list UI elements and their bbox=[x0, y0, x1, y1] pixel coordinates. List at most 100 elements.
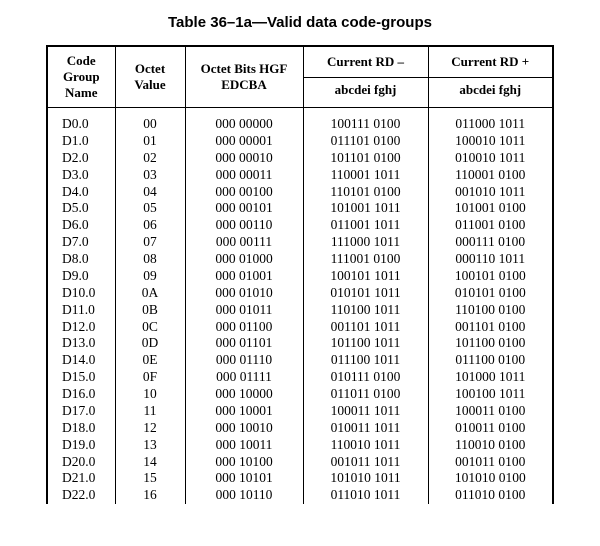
cell-rd-minus: 011010 1011 bbox=[303, 487, 428, 504]
cell-rd-minus: 101010 1011 bbox=[303, 470, 428, 487]
cell-octet-bits: 000 10000 bbox=[185, 386, 303, 403]
table-row: D16.010000 10000011011 0100100100 1011 bbox=[47, 386, 553, 403]
table-row: D14.00E000 01110011100 1011011100 0100 bbox=[47, 352, 553, 369]
code-groups-table: Code Group Name Octet Value Octet Bits H… bbox=[46, 45, 554, 504]
cell-octet-value: 15 bbox=[115, 470, 185, 487]
cell-octet-bits: 000 01011 bbox=[185, 302, 303, 319]
cell-rd-minus: 010011 1011 bbox=[303, 420, 428, 437]
cell-octet-bits: 000 10001 bbox=[185, 403, 303, 420]
cell-code-group-name: D22.0 bbox=[47, 487, 115, 504]
table-row: D7.007000 00111111000 1011000111 0100 bbox=[47, 234, 553, 251]
cell-octet-bits: 000 00010 bbox=[185, 150, 303, 167]
cell-octet-bits: 000 10100 bbox=[185, 454, 303, 471]
cell-code-group-name: D7.0 bbox=[47, 234, 115, 251]
cell-octet-value: 01 bbox=[115, 133, 185, 150]
cell-rd-plus: 010010 1011 bbox=[428, 150, 553, 167]
cell-octet-value: 0B bbox=[115, 302, 185, 319]
cell-code-group-name: D5.0 bbox=[47, 200, 115, 217]
cell-octet-value: 00 bbox=[115, 108, 185, 133]
cell-rd-plus: 011000 1011 bbox=[428, 108, 553, 133]
cell-code-group-name: D8.0 bbox=[47, 251, 115, 268]
table-row: D18.012000 10010010011 1011010011 0100 bbox=[47, 420, 553, 437]
cell-octet-bits: 000 00011 bbox=[185, 167, 303, 184]
cell-octet-value: 10 bbox=[115, 386, 185, 403]
cell-rd-minus: 010111 0100 bbox=[303, 369, 428, 386]
cell-rd-minus: 010101 1011 bbox=[303, 285, 428, 302]
cell-code-group-name: D19.0 bbox=[47, 437, 115, 454]
cell-rd-plus: 100100 1011 bbox=[428, 386, 553, 403]
cell-rd-minus: 110001 1011 bbox=[303, 167, 428, 184]
cell-octet-value: 02 bbox=[115, 150, 185, 167]
cell-code-group-name: D3.0 bbox=[47, 167, 115, 184]
cell-rd-minus: 100101 1011 bbox=[303, 268, 428, 285]
cell-code-group-name: D0.0 bbox=[47, 108, 115, 133]
cell-code-group-name: D2.0 bbox=[47, 150, 115, 167]
table-row: D0.000000 00000100111 0100011000 1011 bbox=[47, 108, 553, 133]
table-row: D11.00B000 01011110100 1011110100 0100 bbox=[47, 302, 553, 319]
cell-octet-bits: 000 10010 bbox=[185, 420, 303, 437]
table-row: D4.004000 00100110101 0100001010 1011 bbox=[47, 184, 553, 201]
cell-rd-plus: 101010 0100 bbox=[428, 470, 553, 487]
table-row: D21.015000 10101101010 1011101010 0100 bbox=[47, 470, 553, 487]
cell-rd-plus: 011001 0100 bbox=[428, 217, 553, 234]
cell-rd-minus: 001011 1011 bbox=[303, 454, 428, 471]
cell-octet-bits: 000 01000 bbox=[185, 251, 303, 268]
table-row: D5.005000 00101101001 1011101001 0100 bbox=[47, 200, 553, 217]
subheader-rd-minus: abcdei fghj bbox=[303, 77, 428, 108]
cell-rd-minus: 101001 1011 bbox=[303, 200, 428, 217]
cell-rd-minus: 110101 0100 bbox=[303, 184, 428, 201]
cell-octet-value: 11 bbox=[115, 403, 185, 420]
cell-octet-value: 0C bbox=[115, 319, 185, 336]
cell-octet-bits: 000 01101 bbox=[185, 335, 303, 352]
cell-rd-plus: 110010 0100 bbox=[428, 437, 553, 454]
cell-rd-minus: 011001 1011 bbox=[303, 217, 428, 234]
cell-octet-value: 16 bbox=[115, 487, 185, 504]
cell-rd-plus: 001101 0100 bbox=[428, 319, 553, 336]
cell-octet-value: 13 bbox=[115, 437, 185, 454]
cell-octet-bits: 000 00100 bbox=[185, 184, 303, 201]
cell-rd-minus: 011100 1011 bbox=[303, 352, 428, 369]
cell-octet-value: 12 bbox=[115, 420, 185, 437]
table-row: D1.001000 00001011101 0100100010 1011 bbox=[47, 133, 553, 150]
cell-octet-bits: 000 00110 bbox=[185, 217, 303, 234]
cell-octet-value: 07 bbox=[115, 234, 185, 251]
cell-code-group-name: D12.0 bbox=[47, 319, 115, 336]
cell-octet-bits: 000 00101 bbox=[185, 200, 303, 217]
cell-rd-plus: 001010 1011 bbox=[428, 184, 553, 201]
cell-rd-plus: 000111 0100 bbox=[428, 234, 553, 251]
cell-octet-bits: 000 01110 bbox=[185, 352, 303, 369]
cell-octet-bits: 000 01010 bbox=[185, 285, 303, 302]
table-row: D22.016000 10110011010 1011011010 0100 bbox=[47, 487, 553, 504]
cell-octet-value: 0F bbox=[115, 369, 185, 386]
cell-rd-plus: 000110 1011 bbox=[428, 251, 553, 268]
cell-octet-bits: 000 00111 bbox=[185, 234, 303, 251]
cell-rd-minus: 011101 0100 bbox=[303, 133, 428, 150]
table-row: D2.002000 00010101101 0100010010 1011 bbox=[47, 150, 553, 167]
cell-rd-plus: 010101 0100 bbox=[428, 285, 553, 302]
cell-rd-plus: 110001 0100 bbox=[428, 167, 553, 184]
cell-rd-plus: 100101 0100 bbox=[428, 268, 553, 285]
table-row: D10.00A000 01010010101 1011010101 0100 bbox=[47, 285, 553, 302]
table-row: D9.009000 01001100101 1011100101 0100 bbox=[47, 268, 553, 285]
cell-rd-plus: 001011 0100 bbox=[428, 454, 553, 471]
cell-code-group-name: D9.0 bbox=[47, 268, 115, 285]
cell-rd-plus: 011010 0100 bbox=[428, 487, 553, 504]
cell-octet-value: 03 bbox=[115, 167, 185, 184]
table-row: D17.011000 10001100011 1011100011 0100 bbox=[47, 403, 553, 420]
cell-code-group-name: D11.0 bbox=[47, 302, 115, 319]
cell-octet-value: 0E bbox=[115, 352, 185, 369]
table-row: D3.003000 00011110001 1011110001 0100 bbox=[47, 167, 553, 184]
subheader-rd-plus: abcdei fghj bbox=[428, 77, 553, 108]
cell-octet-value: 06 bbox=[115, 217, 185, 234]
cell-code-group-name: D1.0 bbox=[47, 133, 115, 150]
cell-rd-minus: 111000 1011 bbox=[303, 234, 428, 251]
cell-rd-minus: 101100 1011 bbox=[303, 335, 428, 352]
cell-rd-plus: 110100 0100 bbox=[428, 302, 553, 319]
cell-rd-minus: 011011 0100 bbox=[303, 386, 428, 403]
cell-rd-minus: 001101 1011 bbox=[303, 319, 428, 336]
table-caption: Table 36–1a—Valid data code-groups bbox=[20, 14, 580, 31]
header-octet-bits: Octet Bits HGF EDCBA bbox=[185, 46, 303, 108]
table-row: D15.00F000 01111010111 0100101000 1011 bbox=[47, 369, 553, 386]
header-octet-value: Octet Value bbox=[115, 46, 185, 108]
cell-octet-value: 0D bbox=[115, 335, 185, 352]
